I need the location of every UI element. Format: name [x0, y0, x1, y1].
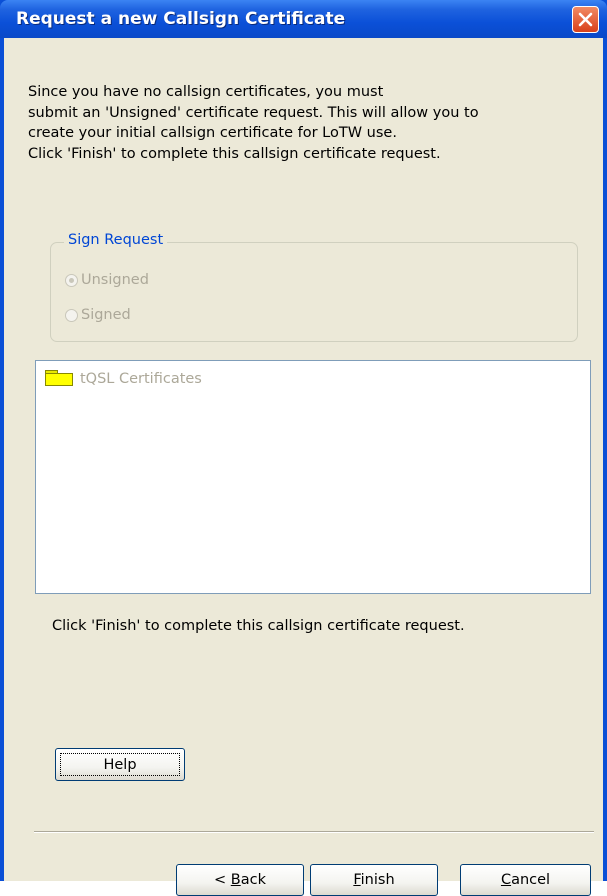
finish-button-label: Finish	[353, 872, 395, 888]
radio-unsigned[interactable]: Unsigned	[65, 269, 149, 291]
back-button[interactable]: < Back	[176, 864, 304, 896]
title-bar[interactable]: Request a new Callsign Certificate	[0, 0, 607, 38]
focus-rectangle	[60, 753, 180, 776]
dialog-body: Since you have no callsign certificates,…	[4, 38, 603, 896]
cancel-button-label: Cancel	[500, 872, 551, 888]
separator-line	[34, 831, 594, 833]
radio-signed-indicator[interactable]	[65, 308, 78, 322]
tree-item-tqsl-certificates[interactable]: tQSL Certificates	[44, 370, 202, 387]
close-x-icon	[578, 12, 593, 27]
cancel-button[interactable]: Cancel	[460, 864, 591, 896]
intro-line: Since you have no callsign certificates,…	[28, 84, 384, 100]
radio-unsigned-label: Unsigned	[81, 272, 149, 288]
sign-request-legend: Sign Request	[64, 232, 168, 248]
window-title: Request a new Callsign Certificate	[16, 9, 346, 29]
tree-item-label: tQSL Certificates	[80, 370, 202, 387]
certificate-tree[interactable]: tQSL Certificates	[35, 360, 591, 594]
help-button[interactable]: Help	[55, 748, 185, 781]
intro-line: submit an 'Unsigned' certificate request…	[28, 104, 479, 121]
back-button-label: < Back	[214, 872, 266, 888]
dialog-window: Request a new Callsign Certificate Since…	[0, 0, 607, 896]
intro-line: create your initial callsign certificate…	[28, 125, 397, 141]
close-button[interactable]	[572, 6, 599, 33]
finish-instruction: Click 'Finish' to complete this callsign…	[52, 618, 465, 634]
intro-line: Click 'Finish' to complete this callsign…	[28, 145, 441, 162]
intro-text: Since you have no callsign certificates,…	[28, 82, 479, 164]
radio-signed-label: Signed	[81, 307, 131, 323]
sign-request-group	[50, 242, 578, 342]
radio-signed[interactable]: Signed	[65, 304, 131, 326]
radio-unsigned-indicator[interactable]	[65, 273, 78, 287]
finish-button[interactable]: Finish	[310, 864, 438, 896]
folder-icon	[44, 370, 74, 387]
